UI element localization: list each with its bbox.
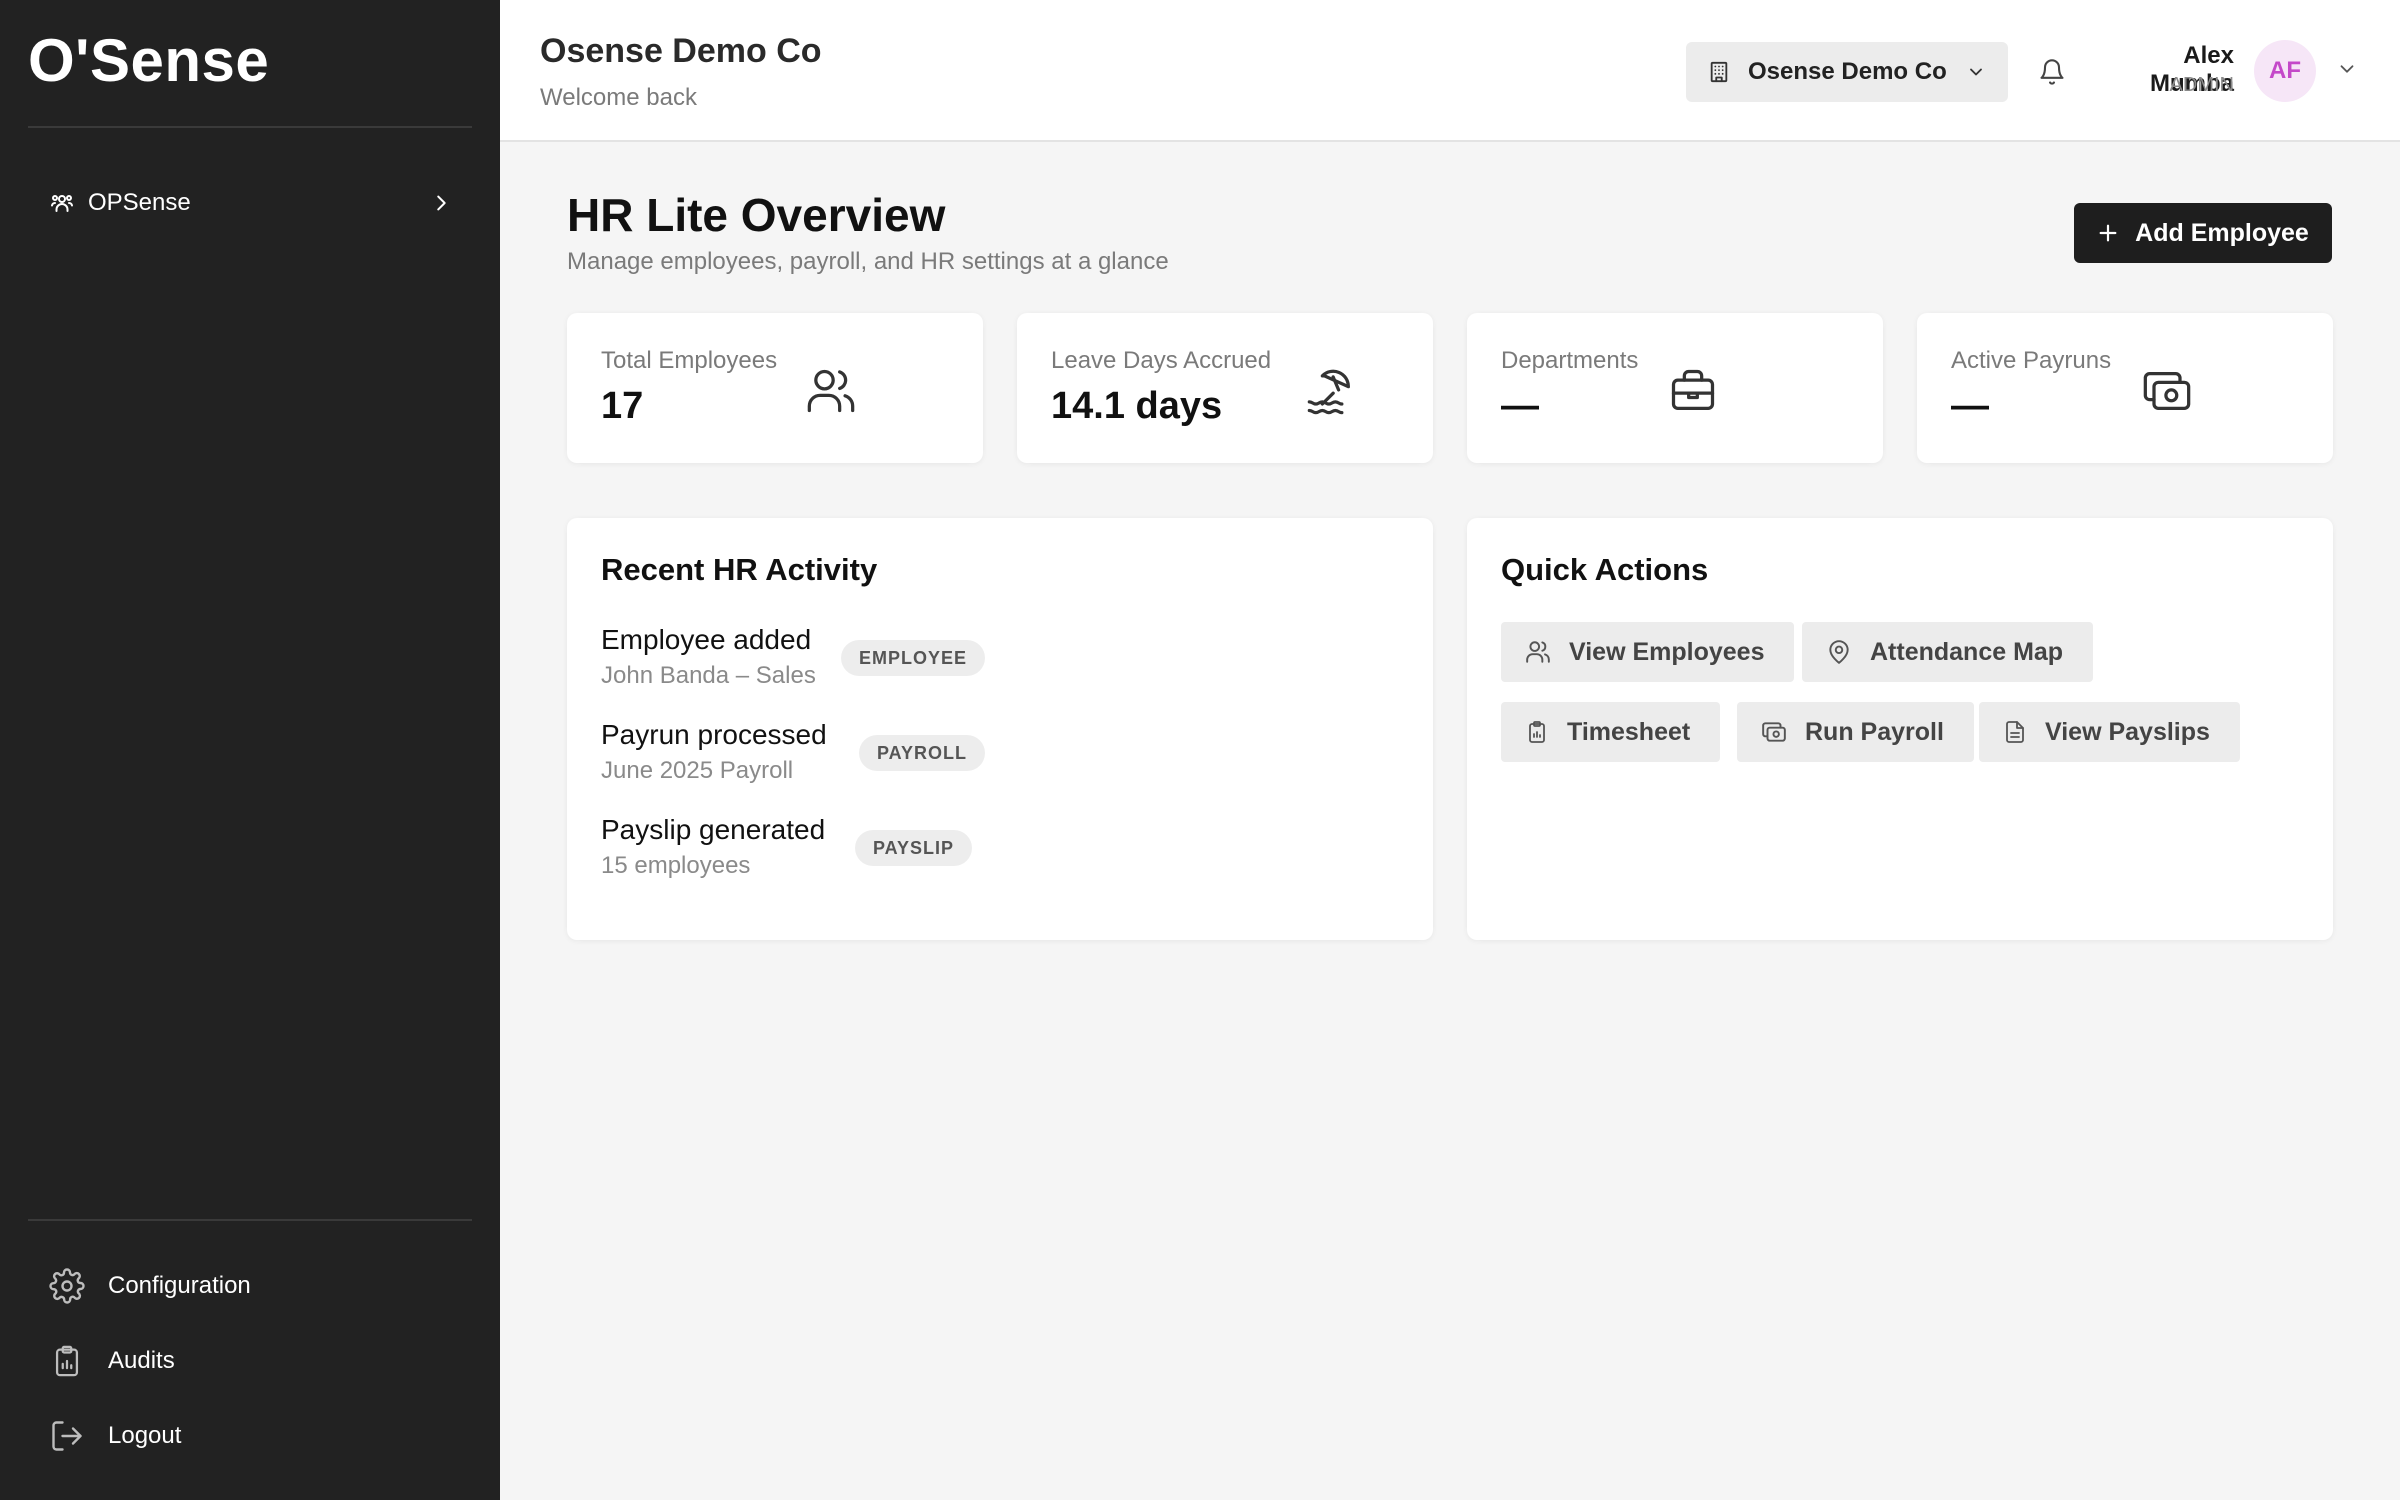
- stat-card-total-employees: Total Employees 17: [567, 313, 983, 463]
- sidebar-divider-bottom: [28, 1219, 472, 1221]
- notification-bell-icon[interactable]: [2034, 54, 2070, 90]
- sidebar-item-logout[interactable]: Logout: [48, 1410, 181, 1462]
- top-header: Osense Demo Co Welcome back Osense Demo …: [500, 0, 2400, 142]
- run-payroll-button[interactable]: Run Payroll: [1737, 702, 1974, 762]
- activity-badge: PAYSLIP: [855, 830, 973, 866]
- activity-title: Payrun processed: [601, 719, 827, 750]
- activity-item: Payslip generated 15 employees: [601, 814, 825, 880]
- stat-label: Active Payruns: [1951, 347, 2112, 374]
- audits-label: Audits: [108, 1347, 175, 1374]
- gear-icon: [48, 1267, 86, 1305]
- logout-label: Logout: [108, 1422, 182, 1449]
- stat-value: 17: [601, 385, 644, 427]
- plus-icon: [2097, 222, 2119, 244]
- user-role: ADMIN: [2169, 74, 2234, 96]
- stat-value: —: [1951, 385, 1989, 427]
- view-employees-label: View Employees: [1569, 637, 1765, 666]
- user-menu-chevron-down-icon[interactable]: [2336, 58, 2358, 80]
- users-icon: [1525, 639, 1551, 665]
- chevron-right-icon: [430, 192, 452, 214]
- company-selector[interactable]: Osense Demo Co: [1686, 42, 2008, 102]
- recent-activity-title: Recent HR Activity: [601, 552, 878, 587]
- stat-card-active-payruns: Active Payruns —: [1917, 313, 2333, 463]
- sidebar-item-audits[interactable]: Audits: [48, 1335, 175, 1387]
- run-payroll-label: Run Payroll: [1805, 717, 1944, 746]
- stat-label: Total Employees: [601, 347, 778, 374]
- activity-item: Payrun processed June 2025 Payroll: [601, 719, 827, 785]
- sidebar-divider-top: [28, 126, 472, 128]
- activity-badge: PAYROLL: [859, 735, 986, 771]
- activity-item: Employee added John Banda – Sales: [601, 624, 816, 690]
- document-icon: [2003, 719, 2027, 745]
- stat-label: Departments: [1501, 347, 1639, 374]
- activity-subtitle: June 2025 Payroll: [601, 757, 794, 784]
- view-payslips-label: View Payslips: [2045, 717, 2210, 746]
- add-employee-button[interactable]: Add Employee: [2074, 203, 2332, 263]
- activity-badge: EMPLOYEE: [841, 640, 986, 676]
- briefcase-icon: [1663, 361, 1723, 421]
- activity-subtitle: John Banda – Sales: [601, 662, 816, 689]
- page-title: HR Lite Overview: [567, 189, 946, 241]
- activity-title: Employee added: [601, 624, 812, 655]
- company-selector-label: Osense Demo Co: [1748, 58, 1947, 85]
- activity-subtitle: 15 employees: [601, 852, 751, 879]
- clipboard-icon: [48, 1342, 86, 1380]
- stat-card-departments: Departments —: [1467, 313, 1883, 463]
- view-employees-button[interactable]: View Employees: [1501, 622, 1795, 682]
- clipboard-icon: [1525, 719, 1549, 745]
- cash-icon: [2137, 361, 2197, 421]
- stat-value: —: [1501, 385, 1539, 427]
- configuration-label: Configuration: [108, 1272, 251, 1299]
- quick-actions-panel: Quick Actions View Employees Attendance …: [1467, 518, 2333, 940]
- attendance-map-label: Attendance Map: [1870, 637, 2064, 666]
- recent-activity-panel: Recent HR Activity Employee added John B…: [567, 518, 1433, 940]
- timesheet-button[interactable]: Timesheet: [1501, 702, 1721, 762]
- users-icon: [48, 189, 76, 217]
- view-payslips-button[interactable]: View Payslips: [1979, 702, 2240, 762]
- chevron-down-icon: [1966, 62, 1986, 82]
- welcome-text: Welcome back: [540, 84, 697, 111]
- sidebar-item-label: OPSense: [88, 189, 191, 216]
- page-subtitle: Manage employees, payroll, and HR settin…: [567, 248, 1169, 275]
- quick-actions-title: Quick Actions: [1501, 552, 1709, 587]
- stat-card-leave-days: Leave Days Accrued 14.1 days: [1017, 313, 1433, 463]
- map-pin-icon: [1826, 639, 1852, 665]
- users-icon: [801, 361, 861, 421]
- stat-value: 14.1 days: [1051, 385, 1223, 427]
- logout-icon: [48, 1417, 86, 1455]
- attendance-map-button[interactable]: Attendance Map: [1802, 622, 2094, 682]
- activity-title: Payslip generated: [601, 814, 826, 845]
- add-employee-label: Add Employee: [2135, 218, 2309, 247]
- cash-icon: [1761, 719, 1787, 745]
- sidebar-item-opsense[interactable]: OPSense: [28, 173, 472, 233]
- avatar[interactable]: AF: [2254, 40, 2316, 102]
- stat-label: Leave Days Accrued: [1051, 347, 1272, 374]
- company-title: Osense Demo Co: [540, 32, 822, 70]
- sidebar: O'Sense OPSense Configuration Audits Log…: [0, 0, 500, 1500]
- beach-umbrella-icon: [1301, 361, 1361, 421]
- brand-logo: O'Sense: [28, 27, 270, 94]
- sidebar-item-configuration[interactable]: Configuration: [48, 1260, 251, 1312]
- building-icon: [1708, 61, 1730, 83]
- timesheet-label: Timesheet: [1567, 717, 1691, 746]
